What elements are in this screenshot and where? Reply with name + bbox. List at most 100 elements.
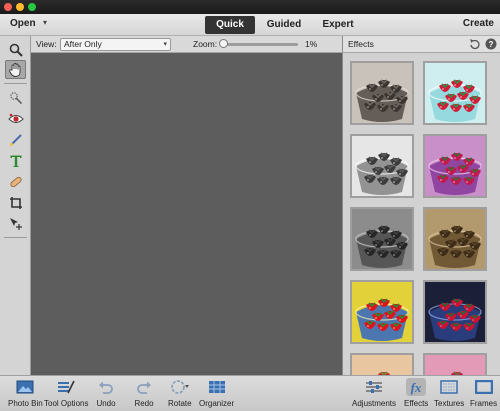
svg-text:?: ? — [489, 40, 494, 49]
brush-icon — [9, 133, 22, 146]
eye-icon — [7, 113, 24, 123]
redo-label: Redo — [134, 399, 154, 408]
rotate-label: Rotate — [168, 399, 192, 408]
close-window-button[interactable] — [4, 3, 12, 11]
effect-thumbnail[interactable] — [423, 134, 487, 198]
text-icon — [10, 155, 21, 167]
tool-options-icon — [58, 380, 75, 394]
textures-button[interactable]: Textures — [434, 378, 464, 408]
effect-thumbnail[interactable] — [423, 280, 487, 344]
reset-panel-icon[interactable] — [469, 38, 481, 50]
undo-button[interactable]: Undo — [96, 378, 116, 408]
rotate-button[interactable]: Rotate — [168, 378, 192, 408]
effect-cyan-pop-preview — [425, 63, 485, 123]
magnifier-icon — [9, 43, 23, 57]
help-icon[interactable]: ? — [485, 38, 497, 50]
undo-label: Undo — [96, 399, 116, 408]
tab-guided[interactable]: Guided — [255, 16, 313, 34]
adjustments-button[interactable]: Adjustments — [352, 378, 396, 408]
hand-tool[interactable] — [5, 60, 26, 79]
photo-bin-button[interactable]: Photo Bin — [8, 378, 43, 408]
toolbox-divider — [4, 237, 27, 238]
zoom-window-button[interactable] — [28, 3, 36, 11]
zoom-slider-track[interactable] — [223, 43, 298, 46]
open-button[interactable]: Open — [10, 18, 36, 29]
effects-label: Effects — [404, 399, 429, 408]
adjustments-label: Adjustments — [352, 399, 397, 408]
create-button[interactable]: Create — [463, 18, 494, 29]
effects-panel-header: Effects ? — [342, 36, 500, 53]
fx-icon: fx — [411, 380, 422, 395]
tool-options-label: Tool Options — [44, 399, 89, 408]
effect-thumbnail[interactable] — [350, 353, 414, 375]
zoom-slider-thumb[interactable] — [219, 39, 228, 48]
window-title-bar — [0, 0, 500, 14]
effect-thumbnail[interactable] — [423, 61, 487, 125]
effect-cross-process-preview — [425, 282, 485, 342]
crop-icon — [9, 196, 22, 209]
bandage-icon — [9, 176, 22, 187]
effect-vivid-yellow-preview — [352, 282, 412, 342]
quick-selection-tool[interactable] — [5, 88, 26, 107]
view-label: View: — [36, 39, 57, 49]
redo-icon — [137, 381, 151, 394]
hand-icon — [8, 63, 20, 77]
spot-healing-tool[interactable] — [5, 172, 26, 191]
mode-tabs: Quick Guided Expert — [205, 16, 363, 34]
zoom-label: Zoom: — [193, 39, 218, 49]
effect-thumbnail[interactable] — [350, 134, 414, 198]
svg-text:fx: fx — [411, 380, 422, 395]
effect-thumbnail[interactable] — [423, 207, 487, 271]
image-canvas[interactable] — [31, 53, 342, 375]
quick-selection-icon — [9, 91, 22, 104]
photo-bin-icon — [16, 380, 34, 394]
effect-brown-tint-preview — [425, 209, 485, 269]
type-tool[interactable] — [5, 151, 26, 170]
effect-thumbnail[interactable] — [350, 280, 414, 344]
textures-label: Textures — [434, 399, 465, 408]
view-dropdown-value: After Only — [64, 39, 102, 49]
view-options-bar: View: After Only ▾ Zoom: 1% — [31, 36, 342, 53]
frames-icon — [474, 380, 493, 394]
toolbox — [0, 36, 31, 375]
bottom-task-bar: Photo Bin Tool Options Undo Redo Rotate … — [0, 375, 500, 411]
tab-quick[interactable]: Quick — [205, 16, 255, 34]
effects-panel — [342, 53, 500, 375]
organizer-button[interactable]: Organizer — [199, 378, 234, 408]
effect-thumbnail[interactable] — [350, 207, 414, 271]
organizer-label: Organizer — [199, 399, 235, 408]
move-icon — [9, 217, 22, 230]
red-eye-tool[interactable] — [5, 109, 26, 128]
effect-sepia-dark-preview — [352, 63, 412, 123]
frames-label: Frames — [470, 399, 498, 408]
redo-button[interactable]: Redo — [134, 378, 154, 408]
open-dropdown-caret-icon[interactable]: ▾ — [43, 18, 47, 27]
top-toolbar: Open ▾ Quick Guided Expert Create — [0, 14, 500, 36]
crop-tool[interactable] — [5, 193, 26, 212]
view-dropdown[interactable]: After Only ▾ — [60, 38, 171, 51]
organizer-icon — [208, 381, 225, 393]
effect-thumbnail[interactable] — [423, 353, 487, 375]
textures-icon — [440, 380, 458, 394]
minimize-window-button[interactable] — [16, 3, 24, 11]
effect-purple-preview — [425, 136, 485, 196]
effect-thumbnail[interactable] — [350, 61, 414, 125]
frames-button[interactable]: Frames — [470, 378, 497, 408]
effect-warm-partial-preview — [352, 355, 412, 375]
whiten-teeth-tool[interactable] — [5, 130, 26, 149]
tool-options-button[interactable]: Tool Options — [44, 378, 88, 408]
move-tool[interactable] — [5, 214, 26, 233]
tab-expert[interactable]: Expert — [313, 16, 363, 34]
rotate-icon — [170, 380, 189, 394]
adjustments-icon — [366, 381, 383, 393]
effect-pink-partial-preview — [425, 355, 485, 375]
zoom-tool[interactable] — [5, 40, 26, 59]
chevron-down-icon: ▾ — [163, 41, 167, 48]
panel-title: Effects — [348, 39, 374, 49]
effect-bw-dark-preview — [352, 209, 412, 269]
photo-bin-label: Photo Bin — [8, 399, 43, 408]
toolbox-divider — [4, 83, 27, 84]
zoom-value: 1% — [305, 39, 318, 49]
effects-button[interactable]: fx Effects — [404, 378, 428, 408]
effect-bw-light-preview — [352, 136, 412, 196]
